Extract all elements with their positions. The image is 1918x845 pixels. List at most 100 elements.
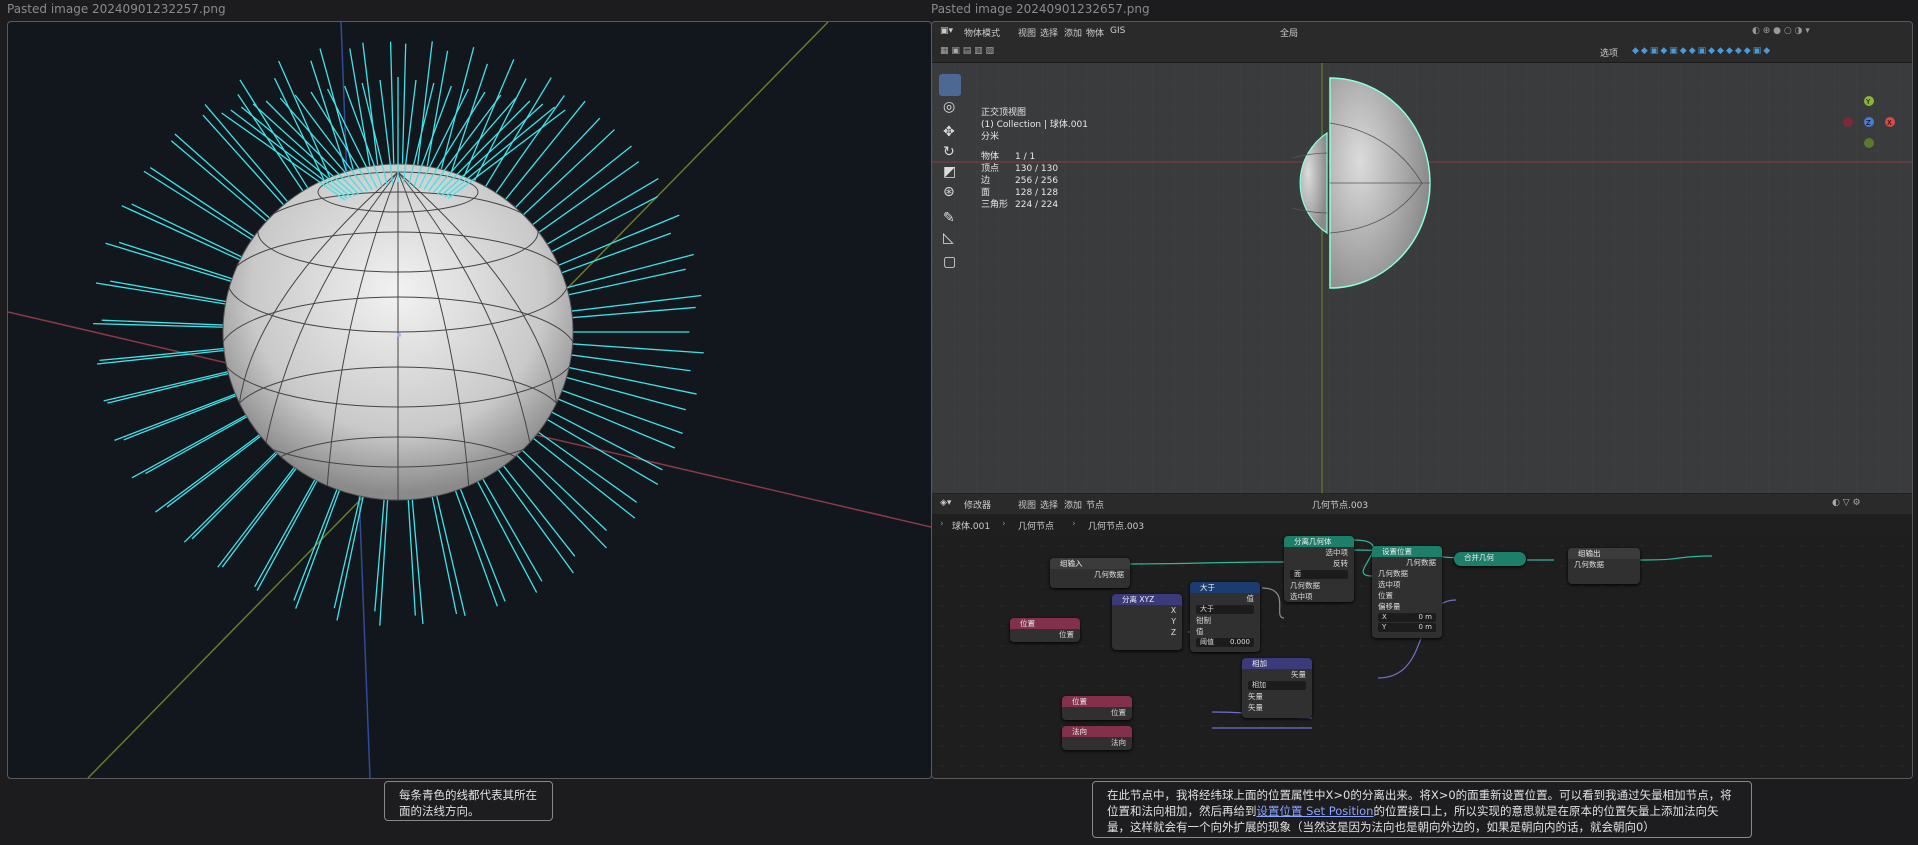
blender-screenshot: ▣▾ 物体模式 视图 选择 添加 物体 GIS 全局 ◐ ⊕ ● ○ ◑ ▾ ▦… [931, 21, 1913, 779]
vector-add-out: 矢量 [1291, 670, 1306, 679]
menu-select[interactable]: 选择 [1040, 26, 1058, 39]
join-geometry-title: 合并几何 [1464, 553, 1494, 562]
set-position-selection-in: 选中项 [1378, 580, 1401, 589]
normal-line [149, 167, 261, 241]
compare-operation-dropdown[interactable]: 大于 [1196, 605, 1254, 614]
rotate-tool[interactable]: ↻ [939, 141, 961, 163]
normal-line [452, 484, 498, 607]
node-editor-type-icon[interactable]: ◈▾ [940, 498, 951, 508]
vector-add-operation-dropdown[interactable]: 相加 [1248, 681, 1306, 690]
normal-line [183, 446, 282, 543]
mode-selector[interactable]: 物体模式 [964, 26, 1000, 39]
separate-domain-dropdown[interactable]: 面 [1290, 570, 1348, 579]
menu-object[interactable]: 物体 [1086, 26, 1104, 39]
set-position-offset-in: 偏移量 [1378, 602, 1401, 611]
separate-geometry-in: 几何数据 [1290, 581, 1320, 590]
node-menu-select[interactable]: 选择 [1040, 498, 1058, 511]
transform-tool[interactable]: ⊛ [939, 181, 961, 203]
tool-settings-row: ▦ ▣ ▤ ▥ ▧ 选项 ◆◆▣◆▣◆◆▣◆◆◆◆◆▣◆ [932, 42, 1912, 63]
join-geometry-node[interactable]: 合并几何 [1454, 552, 1526, 566]
separate-inverted-out: 反转 [1333, 559, 1348, 568]
normal-line [293, 482, 340, 601]
3d-viewport[interactable]: Y X Z ◎ ✥ ↻ ◩ ⊛ ✎ ◺ ▢ 正交顶视图 (1) Collecti… [932, 63, 1912, 493]
separate-xyz-title: 分离 XYZ [1112, 594, 1182, 605]
crumb-node-tree[interactable]: 几何节点.003 [1088, 519, 1144, 532]
node-menu-view[interactable]: 视图 [1018, 498, 1036, 511]
vector-add-a-in: 矢量 [1248, 692, 1263, 701]
normal-line [131, 411, 253, 479]
compare-node[interactable]: 大于 值 大于 钳制 值 阈值 0.000 [1190, 582, 1260, 652]
normal-line [516, 445, 607, 531]
select-box-tool[interactable] [939, 74, 961, 96]
separate-xyz-z-out: Z [1170, 628, 1176, 637]
editor-type-icon[interactable]: ▣▾ [940, 26, 953, 36]
position-node-2[interactable]: 位置 位置 [1062, 696, 1132, 720]
scale-tool[interactable]: ◩ [939, 161, 961, 183]
set-position-title: 设置位置 [1372, 546, 1442, 557]
move-tool[interactable]: ✥ [939, 121, 961, 143]
separate-selection-in: 选中项 [1290, 592, 1313, 601]
gizmo-z[interactable]: Z [1866, 119, 1871, 127]
gizmo-x[interactable]: X [1887, 119, 1892, 127]
measure-tool[interactable]: ◺ [939, 227, 961, 249]
annotate-tool[interactable]: ✎ [939, 207, 961, 229]
stat-edges: 边 256 / 256 [981, 176, 1059, 186]
menu-gis[interactable]: GIS [1110, 26, 1125, 36]
vector-add-node[interactable]: 相加 矢量 相加 矢量 矢量 [1242, 658, 1312, 718]
menu-view[interactable]: 视图 [1018, 26, 1036, 39]
node-canvas[interactable]: 组输入 几何数据 分离几何体 选中项 反转 面 几何数据 选中项 设置位置 几何… [932, 536, 1912, 778]
gizmo-y[interactable]: Y [1865, 98, 1871, 106]
normal-line [110, 280, 233, 304]
normal-line [541, 415, 659, 486]
select-mode-icons[interactable]: ▦ ▣ ▤ ▥ ▧ [940, 46, 994, 56]
node-tree-selector[interactable]: 几何节点.003 [1312, 498, 1368, 511]
offset-y-field[interactable]: Y0 m [1378, 623, 1436, 632]
normal-line [434, 489, 466, 617]
compare-threshold-field[interactable]: 阈值 0.000 [1196, 638, 1254, 647]
set-position-link[interactable]: 设置位置 Set Position [1257, 804, 1374, 818]
normal-line [473, 475, 538, 593]
set-position-geometry-out: 几何数据 [1406, 558, 1436, 567]
view-name: 正交顶视图 [981, 108, 1027, 118]
add-cube-tool[interactable]: ▢ [939, 251, 961, 273]
normal-line [498, 460, 576, 557]
orientation-selector[interactable]: 全局 [1280, 26, 1298, 39]
normal-line [389, 41, 395, 171]
offset-x-field[interactable]: X0 m [1378, 613, 1436, 622]
normal-line [407, 492, 417, 616]
separate-xyz-node[interactable]: 分离 XYZ X Y Z [1112, 594, 1182, 650]
normal-line [555, 387, 683, 434]
left-caption: 每条青色的线都代表其所在面的法线方向。 [384, 781, 553, 821]
compare-clamp-checkbox[interactable]: 钳制 [1190, 615, 1260, 626]
normal-line [517, 129, 615, 220]
unit-label: 分米 [981, 132, 1000, 142]
normal-line [460, 59, 515, 183]
normal-node[interactable]: 法向 法向 [1062, 726, 1132, 750]
options-dropdown[interactable]: 选项 [1600, 46, 1618, 59]
set-position-node[interactable]: 设置位置 几何数据 几何数据 选中项 位置 偏移量 X0 m Y0 m [1372, 546, 1442, 638]
position-node-2-title: 位置 [1062, 696, 1132, 707]
position-node-1[interactable]: 位置 位置 [1010, 618, 1080, 642]
normal-line [379, 492, 389, 626]
normal-line [565, 342, 704, 354]
crumb-modifier[interactable]: 几何节点 [1018, 519, 1054, 532]
node-editor-icons[interactable]: ◐ ▽ ⚙ [1832, 498, 1861, 508]
group-output-node[interactable]: 组输出 几何数据 [1568, 548, 1640, 584]
position-node-2-out: 位置 [1111, 708, 1126, 717]
shading-icons[interactable]: ◐ ⊕ ● ○ ◑ ▾ [1752, 26, 1810, 36]
cursor-tool[interactable]: ◎ [939, 96, 961, 118]
vector-add-title: 相加 [1242, 658, 1312, 669]
separate-geometry-node[interactable]: 分离几何体 选中项 反转 面 几何数据 选中项 [1284, 536, 1354, 602]
group-input-node[interactable]: 组输入 几何数据 [1050, 558, 1130, 588]
normal-line [478, 472, 543, 582]
normal-line [103, 369, 235, 402]
normal-line [237, 93, 308, 197]
editor-mode-selector[interactable]: 修改器 [964, 498, 991, 511]
right-image-filename: Pasted image 20240901232657.png [931, 2, 1150, 16]
menu-add[interactable]: 添加 [1064, 26, 1082, 39]
node-menu-add[interactable]: 添加 [1064, 498, 1082, 511]
node-menu-node[interactable]: 节点 [1086, 498, 1104, 511]
crumb-object[interactable]: 球体.001 [952, 519, 990, 532]
stat-faces: 面 128 / 128 [981, 188, 1059, 198]
overlay-icons[interactable]: ◆◆▣◆▣◆◆▣◆◆◆◆◆▣◆ [1632, 46, 1772, 56]
